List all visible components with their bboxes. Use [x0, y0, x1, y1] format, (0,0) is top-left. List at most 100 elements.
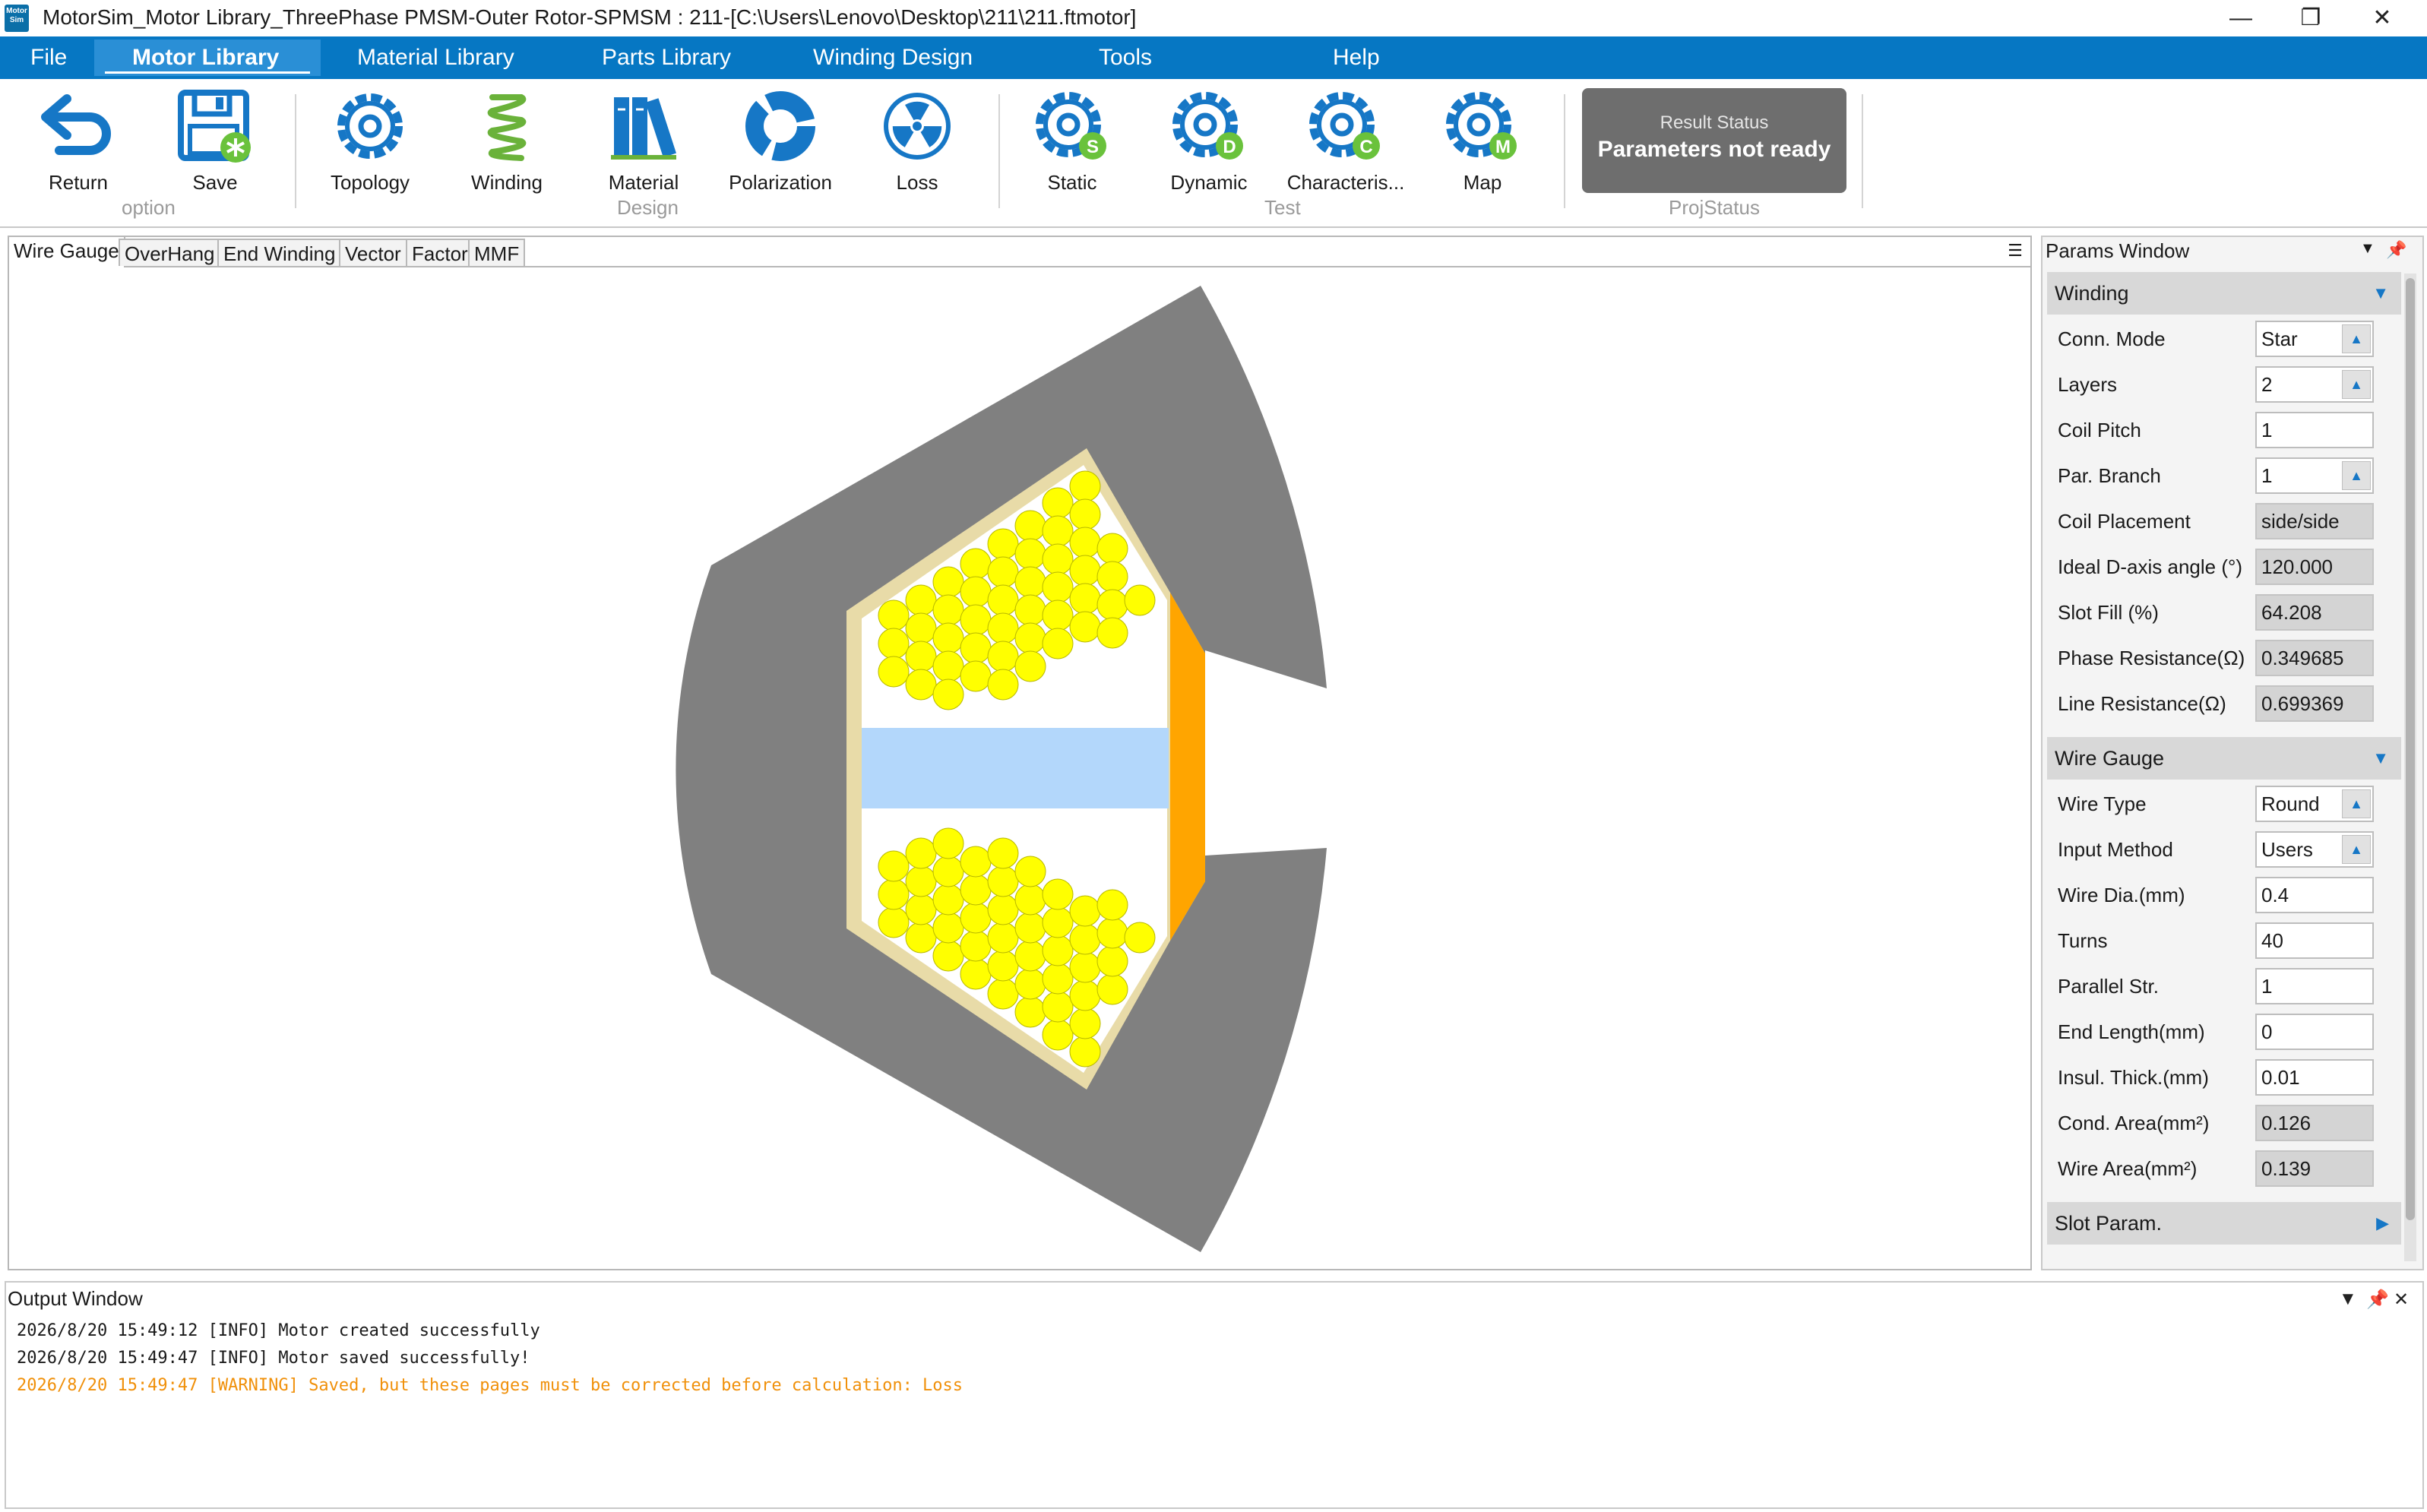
param-value: 0 [2261, 1020, 2273, 1043]
material-books-icon [611, 97, 676, 160]
param-label: Ideal D-axis angle (°) [2058, 555, 2243, 578]
section-wire-gauge-header[interactable]: Wire Gauge ▼ [2047, 737, 2401, 780]
window-title: MotorSim_Motor Library_ThreePhase PMSM-O… [43, 5, 1137, 29]
group-label-design: Design [617, 196, 679, 219]
conductor-circle [960, 958, 992, 990]
params-dropdown-icon[interactable]: ▼ [2360, 240, 2375, 258]
topology-button[interactable]: Topology [305, 88, 435, 202]
menu-material-library[interactable]: Material Library [357, 36, 514, 79]
combo-arrow-icon[interactable]: ▲ [2342, 835, 2371, 864]
conn-mode-combo[interactable]: Star ▲ [2255, 321, 2374, 357]
conductor-circle [1096, 945, 1128, 977]
map-label: Map [1463, 171, 1502, 194]
conductor-circle [905, 612, 937, 644]
combo-arrow-icon[interactable]: ▲ [2342, 370, 2371, 399]
tab-vector[interactable]: Vector [339, 239, 407, 266]
conductor-circle [960, 548, 992, 580]
parallel-str-input[interactable]: 1 [2255, 968, 2374, 1004]
conductor-circle [1042, 571, 1074, 603]
result-status-box: Result Status Parameters not ready [1582, 88, 1846, 193]
conductor-circle [905, 669, 937, 701]
combo-arrow-icon[interactable]: ▲ [2342, 324, 2371, 353]
map-gear-icon: M [1446, 92, 1517, 160]
conductor-circle [905, 894, 937, 925]
param-label: Wire Dia.(mm) [2058, 884, 2185, 906]
collapse-arrow-icon: ▼ [2372, 283, 2389, 302]
wire-dia-input[interactable]: 0.4 [2255, 877, 2374, 913]
section-winding-header[interactable]: Winding ▼ [2047, 272, 2401, 315]
minimize-button[interactable]: — [2207, 0, 2275, 36]
tab-mmf[interactable]: MMF [468, 239, 526, 266]
conductor-circle [932, 594, 964, 626]
end-length-input[interactable]: 0 [2255, 1014, 2374, 1050]
restore-button[interactable]: ❐ [2277, 0, 2345, 36]
tab-end-winding[interactable]: End Winding [217, 239, 342, 266]
conductor-circle [1069, 583, 1101, 615]
conductor-circle [1014, 912, 1046, 944]
coil-pitch-input[interactable]: 1 [2255, 412, 2374, 448]
combo-arrow-icon[interactable]: ▲ [2342, 789, 2371, 818]
tab-overhang[interactable]: OverHang [119, 239, 221, 266]
close-button[interactable]: ✕ [2348, 0, 2416, 36]
layers-combo[interactable]: 2 ▲ [2255, 366, 2374, 403]
conductor-circle [960, 604, 992, 636]
menu-help[interactable]: Help [1333, 36, 1380, 79]
group-label-projstatus: ProjStatus [1669, 196, 1760, 219]
output-pin-icon[interactable]: 📌 [2366, 1289, 2389, 1311]
conductor-circle [987, 612, 1019, 644]
conductor-circle [1069, 979, 1101, 1011]
winding-button[interactable]: Winding [442, 88, 571, 202]
material-button[interactable]: Material [579, 88, 708, 202]
combo-arrow-icon[interactable]: ▲ [2342, 461, 2371, 490]
polarization-button[interactable]: Polarization [716, 88, 845, 202]
output-dropdown-icon[interactable]: ▼ [2339, 1289, 2357, 1310]
param-value: Round [2261, 792, 2320, 815]
tab-factor[interactable]: Factor [406, 239, 474, 266]
conductor-circle [987, 865, 1019, 897]
conductor-circle [960, 874, 992, 906]
save-button[interactable]: Save [150, 88, 280, 202]
section-slot-param-header[interactable]: Slot Param. ▶ [2047, 1202, 2401, 1245]
conductor-circle [1014, 566, 1046, 598]
param-value: 0.699369 [2261, 692, 2344, 715]
dynamic-button[interactable]: D Dynamic [1144, 88, 1274, 202]
param-value: 1 [2261, 419, 2273, 441]
insul-thick-input[interactable]: 0.01 [2255, 1059, 2374, 1096]
conductor-circle [987, 556, 1019, 588]
conductor-circle [1096, 917, 1128, 949]
menu-tools[interactable]: Tools [1099, 36, 1152, 79]
menu-motor-library[interactable]: Motor Library [132, 36, 279, 79]
tab-wire-gauge[interactable]: Wire Gauge [8, 236, 125, 267]
return-button[interactable]: Return [14, 88, 143, 202]
phase-resistance-field: 0.349685 [2255, 640, 2374, 676]
characteristic-button[interactable]: C Characteris... [1281, 88, 1410, 202]
map-button[interactable]: M Map [1418, 88, 1547, 202]
par-branch-combo[interactable]: 1 ▲ [2255, 457, 2374, 494]
collapse-arrow-icon: ▼ [2372, 748, 2389, 767]
output-close-icon[interactable]: ✕ [2394, 1289, 2409, 1311]
conductor-circle [878, 850, 910, 882]
tab-list-dropdown-icon[interactable]: ☰ [2006, 242, 2024, 260]
cond-area-field: 0.126 [2255, 1105, 2374, 1141]
loss-button[interactable]: Loss [853, 88, 982, 202]
return-arrow-icon [41, 94, 111, 155]
param-label: Wire Type [2058, 792, 2147, 815]
section-wire-gauge-title: Wire Gauge [2055, 747, 2165, 770]
param-value: 120.000 [2261, 555, 2333, 578]
params-pin-icon[interactable]: 📌 [2386, 240, 2406, 260]
turns-input[interactable]: 40 [2255, 922, 2374, 959]
static-button[interactable]: S Static [1008, 88, 1137, 202]
wire-type-combo[interactable]: Round ▲ [2255, 786, 2374, 822]
menu-file[interactable]: File [30, 36, 67, 79]
conductor-circle [1096, 889, 1128, 921]
conductor-circle [932, 827, 964, 859]
coil-placement-field: side/side [2255, 503, 2374, 539]
input-method-combo[interactable]: Users ▲ [2255, 831, 2374, 868]
menu-parts-library[interactable]: Parts Library [602, 36, 731, 79]
conductor-circle [1069, 895, 1101, 927]
conductor-circle [987, 641, 1019, 672]
params-scroll-thumb[interactable] [2406, 278, 2415, 1220]
param-label: Cond. Area(mm²) [2058, 1112, 2210, 1134]
menu-winding-design[interactable]: Winding Design [813, 36, 973, 79]
param-value: 0.4 [2261, 884, 2289, 906]
